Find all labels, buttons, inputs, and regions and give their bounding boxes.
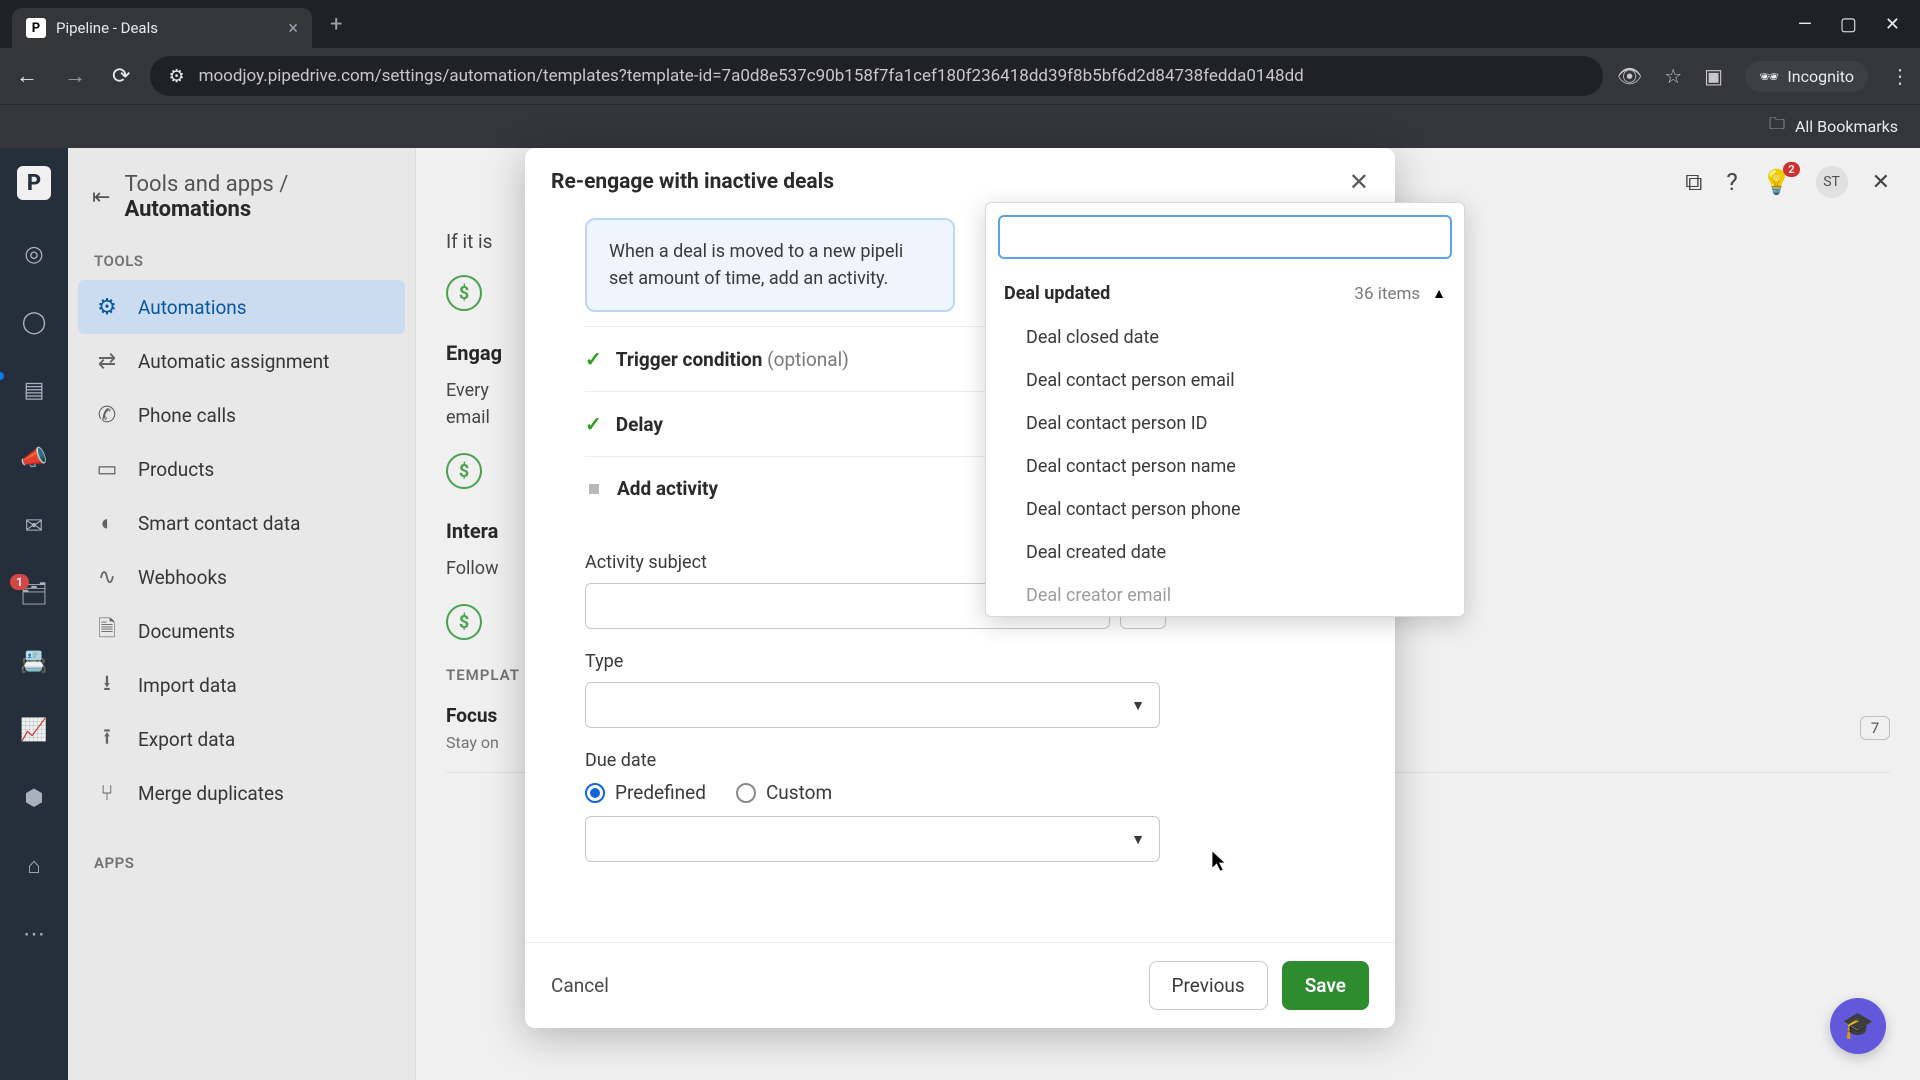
reload-icon[interactable]: ⟳ (106, 58, 136, 95)
back-icon[interactable]: ← (10, 57, 44, 95)
bookmark-bar: 🗀 All Bookmarks (0, 104, 1920, 148)
window-controls: — ▢ ✕ (1798, 14, 1908, 35)
radio-custom[interactable]: Custom (736, 781, 832, 804)
eye-off-icon[interactable]: 👁 (1617, 64, 1642, 88)
modal-header: Re-engage with inactive deals ✕ (525, 148, 1395, 210)
dropdown-item[interactable]: Deal contact person ID (986, 402, 1464, 445)
due-date-radio-group: Predefined Custom (585, 781, 1383, 804)
minimize-icon[interactable]: — (1798, 14, 1812, 35)
dropdown-item[interactable]: Deal closed date (986, 316, 1464, 359)
all-bookmarks-label[interactable]: All Bookmarks (1795, 117, 1898, 136)
dropdown-item[interactable]: Deal creator email (986, 574, 1464, 616)
bullet-icon (589, 484, 599, 494)
radio-predefined[interactable]: Predefined (585, 781, 706, 804)
app: P ◎ ◯ ▤ 📣 ✉ 1🗂 📇 📈 ⬢ ⌂ ⋯ ⇤ Tools and app… (0, 148, 1920, 1080)
modal: Re-engage with inactive deals ✕ When a d… (525, 148, 1395, 1028)
kebab-icon[interactable]: ⋮ (1890, 64, 1910, 88)
step-label: Add activity (617, 477, 718, 500)
browser-tab[interactable]: P Pipeline - Deals × (12, 8, 312, 48)
addr-icons: 👁 ☆ ▣ 🕶 Incognito ⋮ (1617, 61, 1910, 92)
close-window-icon[interactable]: ✕ (1885, 14, 1900, 35)
incognito-badge[interactable]: 🕶 Incognito (1745, 61, 1868, 92)
site-settings-icon[interactable]: ⚙ (168, 66, 184, 87)
incognito-label: Incognito (1787, 67, 1854, 86)
bookmarks-folder-icon[interactable]: 🗀 (1769, 113, 1785, 140)
previous-button[interactable]: Previous (1149, 961, 1268, 1010)
dropdown-group-title: Deal updated (1004, 283, 1110, 304)
info-card: When a deal is moved to a new pipeli set… (585, 218, 955, 312)
save-button[interactable]: Save (1282, 961, 1369, 1010)
modal-backdrop: Re-engage with inactive deals ✕ When a d… (0, 148, 1920, 1080)
dropdown-item[interactable]: Deal created date (986, 531, 1464, 574)
tab-bar: P Pipeline - Deals × + — ▢ ✕ (0, 0, 1920, 48)
check-icon: ✓ (585, 347, 602, 371)
modal-footer: Cancel Previous Save (525, 942, 1395, 1028)
tab-favicon: P (26, 18, 46, 38)
tab-close-icon[interactable]: × (288, 18, 298, 39)
forward-icon: → (58, 57, 92, 95)
cancel-button[interactable]: Cancel (551, 974, 609, 997)
radio-dot-icon (736, 783, 756, 803)
url-text: moodjoy.pipedrive.com/settings/automatio… (199, 66, 1304, 86)
maximize-icon[interactable]: ▢ (1840, 14, 1857, 35)
field-label-type: Type (585, 651, 1383, 672)
url-field[interactable]: ⚙ moodjoy.pipedrive.com/settings/automat… (150, 56, 1602, 96)
predefined-date-select[interactable]: ▼ (585, 816, 1160, 862)
dropdown-item[interactable]: Deal contact person phone (986, 488, 1464, 531)
new-tab-button[interactable]: + (320, 8, 352, 41)
modal-close-icon[interactable]: ✕ (1349, 168, 1369, 196)
caret-down-icon: ▼ (1131, 697, 1145, 714)
radio-label: Predefined (615, 781, 706, 804)
step-label: Trigger condition (optional) (616, 348, 849, 371)
dropdown-search-input[interactable] (998, 215, 1452, 259)
modal-title: Re-engage with inactive deals (551, 170, 834, 194)
panel-icon[interactable]: ▣ (1704, 64, 1723, 88)
incognito-icon: 🕶 (1759, 67, 1779, 86)
address-bar: ← → ⟳ ⚙ moodjoy.pipedrive.com/settings/a… (0, 48, 1920, 104)
type-select[interactable]: ▼ (585, 682, 1160, 728)
dropdown-list[interactable]: Deal closed date Deal contact person ema… (986, 316, 1464, 616)
step-label: Delay (616, 413, 663, 436)
browser-chrome: P Pipeline - Deals × + — ▢ ✕ ← → ⟳ ⚙ moo… (0, 0, 1920, 148)
tab-title: Pipeline - Deals (56, 19, 278, 37)
dropdown-group-count: 36 items (1354, 284, 1420, 304)
dropdown-item[interactable]: Deal contact person name (986, 445, 1464, 488)
caret-down-icon: ▼ (1131, 831, 1145, 848)
check-icon: ✓ (585, 412, 602, 436)
field-picker-dropdown: 🔍 Deal updated 36 items ▲ Deal closed da… (985, 202, 1465, 617)
field-label-due: Due date (585, 750, 1383, 771)
dropdown-item[interactable]: Deal contact person email (986, 359, 1464, 402)
radio-dot-icon (585, 783, 605, 803)
star-icon[interactable]: ☆ (1664, 64, 1682, 88)
dropdown-group-header[interactable]: Deal updated 36 items ▲ (986, 271, 1464, 316)
radio-label: Custom (766, 781, 832, 804)
caret-up-icon: ▲ (1432, 285, 1446, 302)
